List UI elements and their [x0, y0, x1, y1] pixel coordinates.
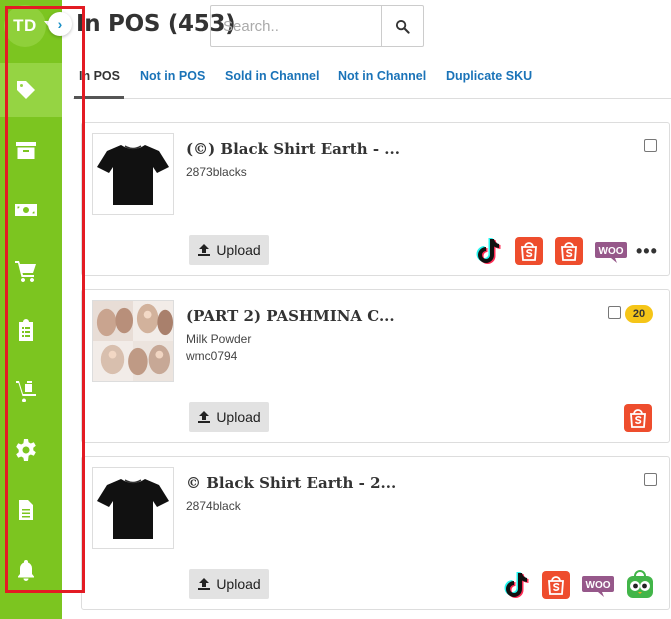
sidebar-item-documents[interactable]	[12, 496, 40, 524]
upload-button[interactable]: Upload	[189, 235, 269, 265]
tokopedia-icon[interactable]	[624, 568, 656, 600]
sidebar-item-orders[interactable]	[12, 256, 40, 284]
product-title[interactable]: (©) Black Shirt Earth - ...	[186, 140, 400, 158]
upload-button-label: Upload	[216, 576, 261, 592]
upload-icon	[198, 244, 211, 256]
product-select-checkbox[interactable]	[644, 473, 657, 486]
shopee-icon[interactable]	[514, 236, 544, 266]
gear-icon	[16, 439, 36, 461]
tab-not-in-pos[interactable]: Not in POS	[140, 69, 205, 83]
more-channels-button[interactable]: •••	[636, 241, 658, 262]
document-icon	[19, 500, 33, 520]
product-thumbnail[interactable]	[92, 467, 174, 549]
upload-icon	[198, 578, 211, 590]
sidebar-item-reports[interactable]	[12, 316, 40, 344]
tshirt-image	[97, 145, 169, 205]
stock-count-badge: 20	[625, 305, 653, 323]
upload-button[interactable]: Upload	[189, 402, 269, 432]
sidebar: TD	[0, 0, 62, 619]
product-card: (©) Black Shirt Earth - ... 2873blacks U…	[81, 122, 670, 276]
sidebar-toggle-button[interactable]: ›	[48, 12, 72, 36]
woocommerce-icon[interactable]: WOO	[595, 236, 627, 266]
product-sku: wmc0794	[186, 349, 238, 363]
sidebar-item-inventory[interactable]	[12, 136, 40, 164]
upload-button-label: Upload	[216, 242, 261, 258]
product-thumbnail[interactable]	[92, 133, 174, 215]
tab-in-pos[interactable]: In POS	[79, 69, 120, 83]
tshirt-image	[97, 479, 169, 539]
search-button[interactable]	[381, 6, 423, 46]
upload-button[interactable]: Upload	[189, 569, 269, 599]
tab-duplicate-sku[interactable]: Duplicate SKU	[446, 69, 532, 83]
product-select-checkbox[interactable]	[644, 139, 657, 152]
sidebar-item-finance[interactable]	[12, 196, 40, 224]
product-sku: 2874black	[186, 499, 241, 513]
money-icon	[15, 204, 37, 216]
shopee-icon[interactable]	[541, 570, 571, 600]
search-box	[210, 5, 424, 47]
bell-icon	[18, 560, 34, 581]
svg-text:WOO: WOO	[586, 580, 611, 591]
tab-not-in-channel[interactable]: Not in Channel	[338, 69, 426, 83]
product-card: © Black Shirt Earth - 2... 2874black Upl…	[81, 456, 670, 610]
tag-icon	[17, 81, 35, 99]
active-tab-indicator	[74, 96, 124, 99]
tab-sold-in-channel[interactable]: Sold in Channel	[225, 69, 319, 83]
upload-button-label: Upload	[216, 409, 261, 425]
product-title[interactable]: (PART 2) PASHMINA C...	[186, 307, 395, 325]
search-icon	[395, 19, 410, 34]
product-thumbnail[interactable]	[92, 300, 174, 382]
product-card: (PART 2) PASHMINA C... Milk Powder wmc07…	[81, 289, 670, 443]
product-title[interactable]: © Black Shirt Earth - 2...	[186, 474, 396, 492]
sidebar-item-notifications[interactable]	[12, 556, 40, 584]
product-sku: 2873blacks	[186, 165, 247, 179]
chevron-right-icon: ›	[57, 16, 63, 32]
woocommerce-icon[interactable]: WOO	[582, 570, 614, 600]
upload-icon	[198, 411, 211, 423]
product-select-checkbox[interactable]	[608, 306, 621, 319]
clipboard-icon	[19, 319, 33, 341]
avatar[interactable]: TD	[4, 5, 46, 47]
search-input[interactable]	[211, 6, 381, 46]
tiktok-icon[interactable]	[472, 236, 502, 266]
tiktok-icon[interactable]	[500, 570, 530, 600]
hijab-image	[93, 301, 173, 381]
sidebar-item-settings[interactable]	[12, 436, 40, 464]
sidebar-item-tags[interactable]	[12, 76, 40, 104]
tab-bar: In POS Not in POS Sold in Channel Not in…	[73, 60, 671, 99]
product-variant: Milk Powder	[186, 332, 252, 346]
dolly-icon	[16, 381, 36, 402]
shopee-icon[interactable]	[623, 403, 653, 433]
archive-icon	[16, 142, 36, 159]
cart-icon	[15, 261, 36, 282]
sidebar-item-shipping[interactable]	[12, 376, 40, 404]
shopee-icon[interactable]	[554, 236, 584, 266]
app-window: TD › In POS (453) Search.. In POS Not in…	[0, 0, 671, 619]
svg-text:WOO: WOO	[599, 246, 624, 257]
